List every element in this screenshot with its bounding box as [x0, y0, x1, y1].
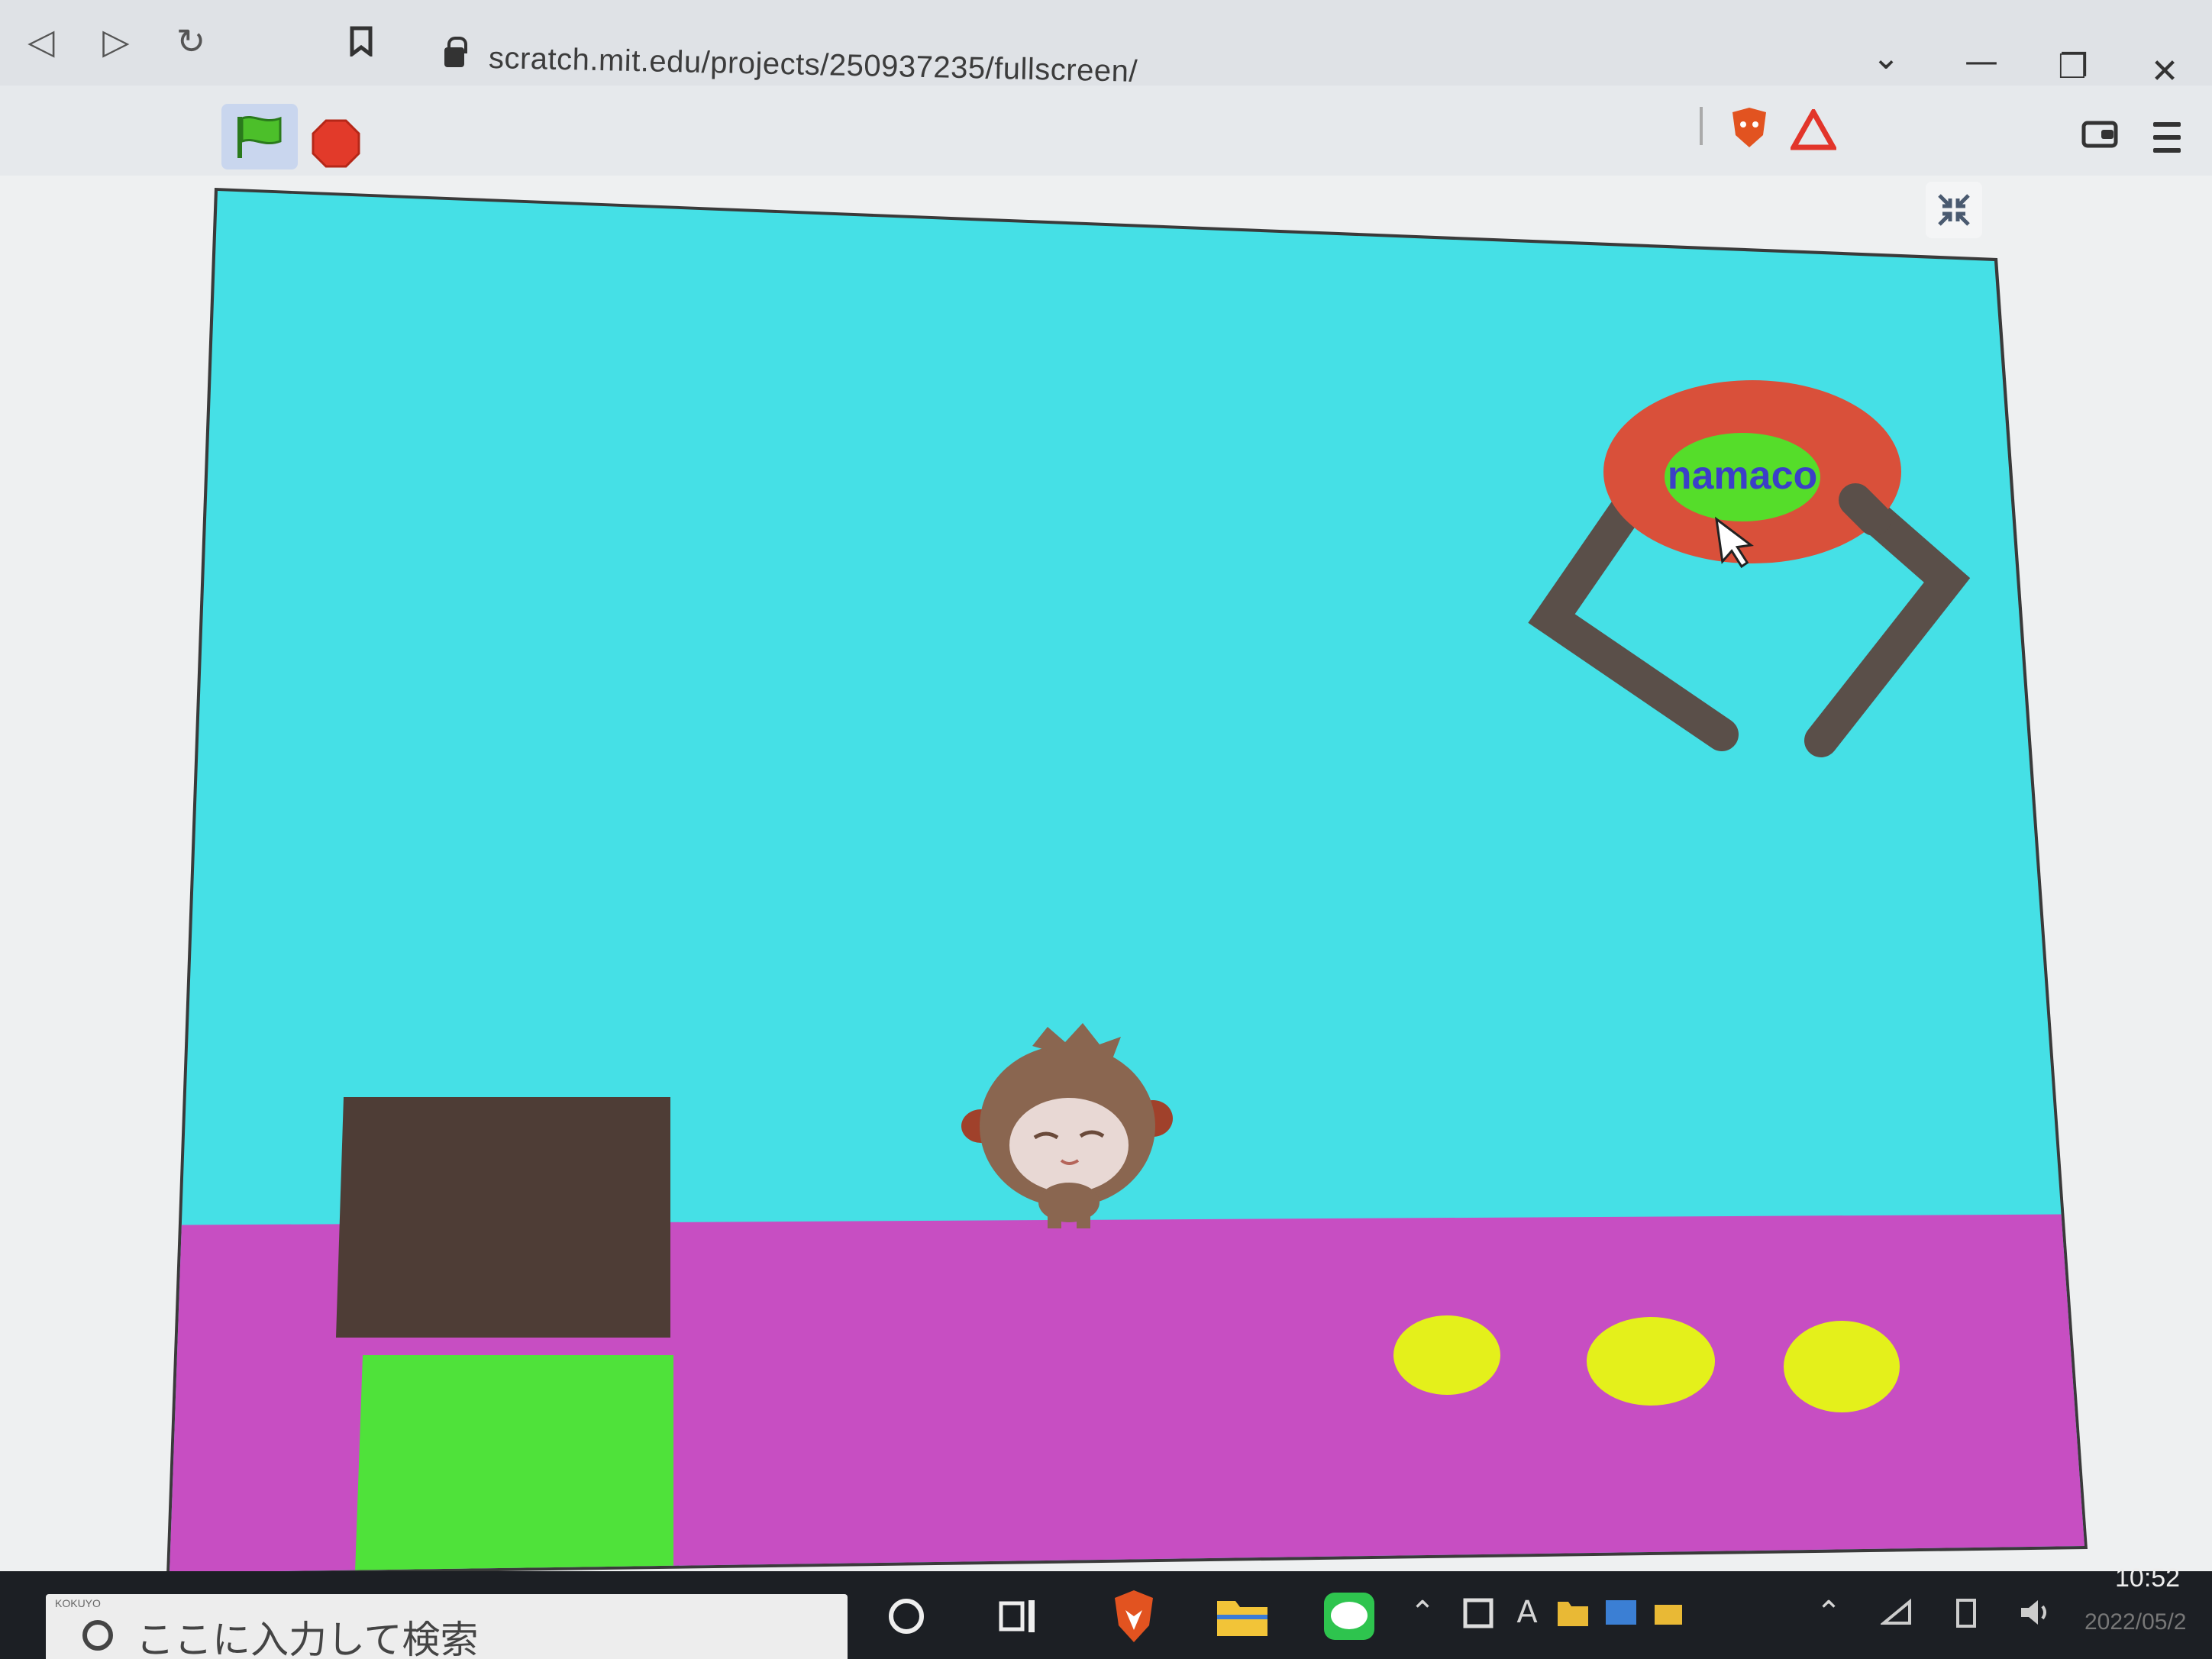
dark-block-sprite: [336, 1097, 670, 1338]
brave-taskbar-button[interactable]: [1100, 1582, 1168, 1651]
scratch-stage: namaco: [0, 0, 2212, 1659]
battery-level-icon: [1956, 1599, 1976, 1628]
search-placeholder: ここに入力して検索: [136, 1618, 479, 1659]
battery-icon[interactable]: [1947, 1590, 1985, 1635]
line-chat-icon: [1324, 1593, 1374, 1640]
tray-folder-icon[interactable]: [1554, 1590, 1592, 1635]
line-app-button[interactable]: [1315, 1582, 1384, 1651]
package-icon[interactable]: [1649, 1590, 1687, 1635]
chevron-up-icon[interactable]: ⌃: [1403, 1590, 1442, 1635]
folder-small-icon: [1558, 1602, 1588, 1626]
box-icon: [1655, 1605, 1682, 1625]
app-square-icon: [1463, 1598, 1494, 1628]
wifi-icon[interactable]: [1878, 1590, 1917, 1635]
show-hidden-icons-button[interactable]: ⌃: [1810, 1590, 1848, 1635]
file-explorer-button[interactable]: [1208, 1582, 1277, 1651]
search-icon: [82, 1620, 113, 1651]
coin-sprite: [1393, 1315, 1500, 1395]
outlook-icon[interactable]: [1602, 1590, 1640, 1635]
folder-icon: [1217, 1601, 1267, 1636]
namaco-logo-sprite: namaco: [1603, 380, 1901, 563]
claw-arm-joint: [1839, 483, 1891, 536]
sticker-label: KOKUYO: [55, 1597, 101, 1609]
coin-sprite: [1784, 1321, 1900, 1412]
task-view-button[interactable]: [987, 1582, 1055, 1651]
speaker-icon: [2021, 1600, 2046, 1625]
font-a-icon[interactable]: A: [1508, 1590, 1546, 1635]
mail-app-icon: [1606, 1600, 1636, 1625]
volume-icon[interactable]: [2017, 1590, 2055, 1635]
logo-text: namaco: [1668, 453, 1818, 498]
green-block-sprite: [355, 1355, 673, 1573]
stage-canvas[interactable]: namaco: [0, 0, 2212, 1659]
coin-sprite: [1587, 1317, 1715, 1406]
brave-lion-icon: [1115, 1590, 1153, 1642]
task-view-icon: [999, 1600, 1035, 1632]
cortana-button[interactable]: [872, 1582, 941, 1651]
wifi-signal-icon: [1881, 1598, 1911, 1625]
tray-app-icon[interactable]: [1460, 1590, 1498, 1635]
taskbar-date[interactable]: 2022/05/2: [2084, 1609, 2186, 1635]
cortana-circle-icon: [889, 1599, 924, 1634]
taskbar-clock[interactable]: 10:52: [2115, 1564, 2180, 1593]
